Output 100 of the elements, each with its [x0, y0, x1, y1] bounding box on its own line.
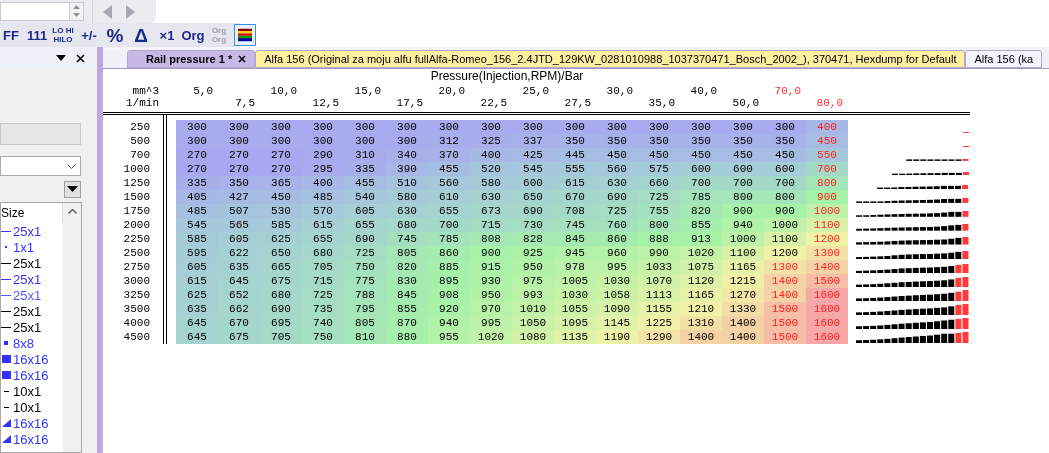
toolbar-button[interactable]: 111	[26, 24, 48, 46]
number-field[interactable]	[0, 2, 84, 21]
table-cell: 585	[260, 218, 302, 232]
table-cell: 312	[428, 134, 470, 148]
list-item[interactable]: 10x1	[1, 383, 63, 399]
table-cell: 725	[638, 190, 680, 204]
table-cell: 730	[512, 218, 554, 232]
list-item[interactable]: 10x1	[1, 399, 63, 415]
table-cell: 300	[554, 120, 596, 134]
table-cell: 645	[176, 330, 218, 344]
table-cell: 300	[302, 120, 344, 134]
toolbar-button[interactable]: ×1	[156, 24, 178, 46]
table-cell: 1080	[512, 330, 554, 344]
table-cell: 1400	[722, 316, 764, 330]
toolbar-button[interactable]: %	[104, 24, 126, 46]
column-header: 50,0	[732, 97, 759, 109]
map-title: Pressure(Injection,RPM)/Bar	[429, 70, 585, 82]
list-item[interactable]: 25x1	[1, 303, 63, 319]
row-header: 1500	[122, 190, 151, 204]
table-cell: 800	[638, 218, 680, 232]
table-cell: 300	[260, 134, 302, 148]
table-cell: 708	[554, 204, 596, 218]
table-cell: 580	[470, 176, 512, 190]
toolbar-button[interactable]: FF	[0, 24, 22, 46]
table-cell: 310	[344, 148, 386, 162]
table-cell: 300	[764, 120, 806, 134]
table-cell: 455	[428, 162, 470, 176]
table-cell: 1100	[806, 218, 848, 232]
column-header: 27,5	[564, 97, 591, 109]
table-cell: 400	[302, 176, 344, 190]
list-item[interactable]: 8x8	[1, 335, 63, 351]
table-cell: 507	[218, 204, 260, 218]
table-cell: 1113	[638, 288, 680, 302]
dropdown-field[interactable]	[0, 156, 81, 176]
toolbar-button[interactable]: +/-	[78, 24, 100, 46]
document-tab[interactable]: Rail pressure 1 *	[127, 50, 256, 68]
dropdown-triangle-icon[interactable]	[56, 55, 66, 61]
table-cell: 450	[806, 134, 848, 148]
spin-up-icon[interactable]	[70, 3, 83, 11]
table-cell: 650	[260, 246, 302, 260]
table-cell: 913	[680, 232, 722, 246]
list-item[interactable]: 16x16	[1, 367, 63, 383]
scroll-up-icon[interactable]	[67, 209, 77, 214]
table-cell: 1055	[554, 302, 596, 316]
table-cell: 860	[428, 246, 470, 260]
table-cell: 1100	[722, 246, 764, 260]
list-item[interactable]: 25x1	[1, 223, 63, 239]
list-item[interactable]: 16x16	[1, 415, 63, 431]
table-cell: 1500	[764, 316, 806, 330]
row-header: 500	[129, 134, 151, 148]
table-cell: 880	[386, 330, 428, 344]
table-cell: 740	[302, 316, 344, 330]
close-icon[interactable]	[76, 53, 85, 63]
close-icon[interactable]	[238, 55, 247, 63]
document-tab[interactable]: Alfa 156 (Original za moju alfu fullAlfa-Romeo_156_2.4JTD_129KW_0281010988_1037370471_Bosch_2002_), 370471, Hexdump for Default	[255, 50, 966, 68]
table-cell: 600	[764, 162, 806, 176]
list-item[interactable]: 16x16	[1, 431, 63, 447]
toolbar-button[interactable]: Δ	[130, 24, 152, 46]
table-cell: 805	[386, 246, 428, 260]
table-cell: 750	[344, 260, 386, 274]
table-cell: 1190	[596, 330, 638, 344]
toolbar-button[interactable]: Org	[182, 24, 204, 46]
table-cell: 545	[512, 162, 554, 176]
table-cell: 300	[218, 120, 260, 134]
table-cell: 690	[512, 204, 554, 218]
table-cell: 1000	[764, 218, 806, 232]
table-cell: 545	[176, 218, 218, 232]
table-cell: 860	[596, 232, 638, 246]
list-item[interactable]: 25x1	[1, 287, 63, 303]
table-cell: 900	[806, 190, 848, 204]
table-cell: 530	[260, 204, 302, 218]
color-scheme-button[interactable]	[234, 24, 256, 46]
table-cell: 655	[344, 218, 386, 232]
table-cell: 290	[302, 148, 344, 162]
table-cell: 900	[764, 204, 806, 218]
row-header: 700	[129, 148, 151, 162]
toolbar-button[interactable]: LO HI HILO	[52, 24, 74, 46]
table-cell: 580	[386, 190, 428, 204]
table-cell: 1330	[722, 302, 764, 316]
list-item[interactable]: 25x1	[1, 319, 63, 335]
table-cell: 700	[764, 176, 806, 190]
table-cell: 350	[638, 134, 680, 148]
table-cell: 1033	[638, 260, 680, 274]
table-cell: 300	[302, 134, 344, 148]
table-cell: 745	[554, 218, 596, 232]
table-cell: 615	[176, 274, 218, 288]
list-item[interactable]: 25x1	[1, 255, 63, 271]
document-tab[interactable]: Alfa 156 (ka	[965, 50, 1043, 68]
list-item[interactable]: 16x16	[1, 351, 63, 367]
table-cell: 1165	[680, 288, 722, 302]
table-cell: 940	[722, 218, 764, 232]
list-item[interactable]: 1x1	[1, 239, 63, 255]
table-cell: 1400	[722, 330, 764, 344]
table-cell: 690	[596, 190, 638, 204]
column-header: 22,5	[480, 97, 507, 109]
spin-down-icon[interactable]	[70, 11, 83, 19]
dropdown-button[interactable]	[64, 180, 81, 198]
table-cell: 300	[638, 120, 680, 134]
table-cell: 270	[218, 162, 260, 176]
list-item[interactable]: 25x1	[1, 271, 63, 287]
